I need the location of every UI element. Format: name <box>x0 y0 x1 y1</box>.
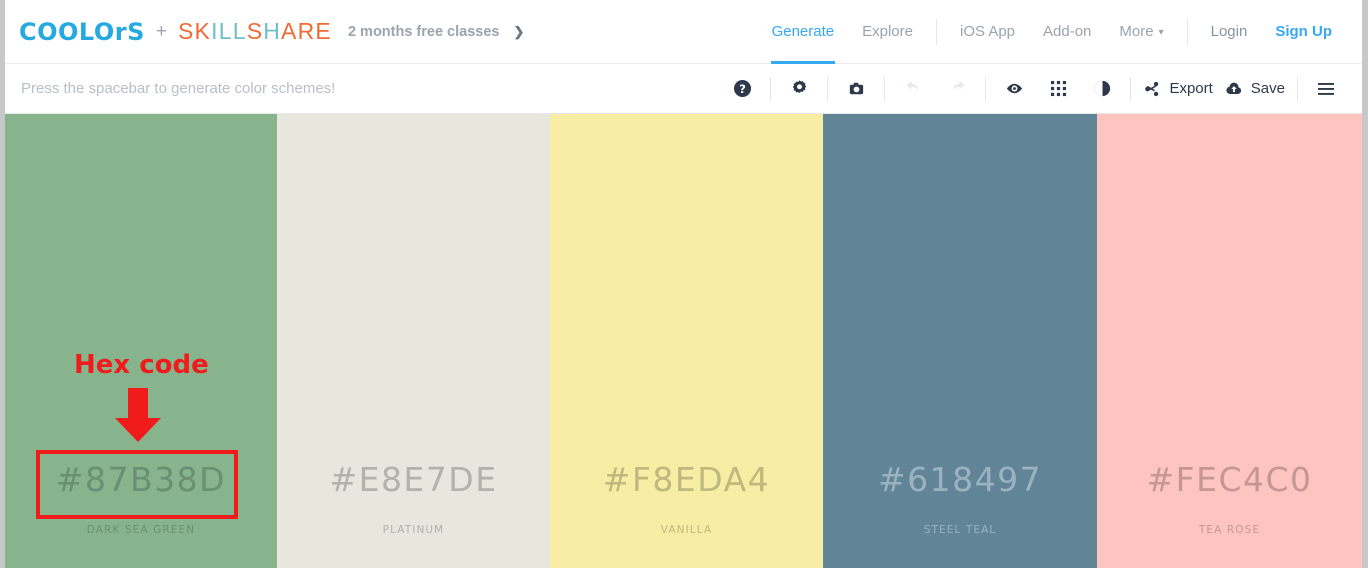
swatch-hex-code[interactable]: #FEC4C0 <box>1097 460 1362 499</box>
skillshare-logo[interactable]: SKILLSHARE <box>178 18 332 45</box>
save-label: Save <box>1250 80 1285 97</box>
export-label: Export <box>1169 80 1213 97</box>
svg-text:?: ? <box>739 82 746 96</box>
swatch-hex-code[interactable]: #F8EDA4 <box>550 460 823 499</box>
cloud-upload-icon <box>1226 82 1241 94</box>
share-icon <box>1145 81 1159 96</box>
promo-chevron-right-icon[interactable]: ❯ <box>513 24 524 40</box>
editor-toolbar: Press the spacebar to generate color sch… <box>5 64 1362 114</box>
toolbar-divider <box>1130 76 1132 101</box>
nav-item-more[interactable]: More ▾ <box>1105 0 1177 64</box>
color-palette: #87B38D DARK SEA GREEN #E8E7DE PLATINUM … <box>5 114 1362 568</box>
toolbar-divider <box>827 76 829 101</box>
swatch-color-name: TEA ROSE <box>1198 524 1261 536</box>
swatch-hex-code[interactable]: #E8E7DE <box>277 460 550 499</box>
nav-item-login[interactable]: Login <box>1197 0 1262 64</box>
contrast-icon[interactable] <box>1080 64 1124 114</box>
redo-icon[interactable] <box>935 64 979 114</box>
color-swatch-4[interactable]: #FEC4C0 TEA ROSE <box>1097 114 1362 568</box>
coolors-app: COOLOrS + SKILLSHARE 2 months free class… <box>5 0 1362 568</box>
nav-item-more-label: More <box>1119 22 1154 40</box>
help-icon[interactable]: ? <box>720 64 764 114</box>
promo-text[interactable]: 2 months free classes <box>348 24 500 40</box>
swatch-color-name: DARK SEA GREEN <box>86 524 196 536</box>
coolors-logo[interactable]: COOLOrS <box>19 18 145 46</box>
nav-divider <box>1186 18 1188 45</box>
color-swatch-1[interactable]: #E8E7DE PLATINUM <box>277 114 550 568</box>
main-navigation: Generate Explore iOS App Add-on More ▾ Lo… <box>758 0 1362 64</box>
swatch-hex-code[interactable]: #618497 <box>823 460 1097 499</box>
export-button[interactable]: Export <box>1137 64 1218 114</box>
nav-item-ios-app[interactable]: iOS App <box>946 0 1029 64</box>
color-swatch-2[interactable]: #F8EDA4 VANILLA <box>550 114 823 568</box>
color-swatch-0[interactable]: #87B38D DARK SEA GREEN <box>5 114 277 568</box>
nav-item-generate[interactable]: Generate <box>758 0 849 64</box>
grid-icon[interactable] <box>1036 64 1080 114</box>
save-button[interactable]: Save <box>1219 64 1291 114</box>
toolbar-divider <box>1297 76 1298 101</box>
site-header: COOLOrS + SKILLSHARE 2 months free class… <box>5 0 1362 64</box>
eye-icon[interactable] <box>992 64 1036 114</box>
hamburger-menu-icon[interactable] <box>1304 64 1348 114</box>
swatch-hex-code[interactable]: #87B38D <box>5 460 277 499</box>
undo-icon[interactable] <box>891 64 935 114</box>
toolbar-divider <box>770 76 772 101</box>
toolbar-divider <box>985 76 987 101</box>
camera-icon[interactable] <box>834 64 878 114</box>
chevron-down-icon: ▾ <box>1158 26 1164 38</box>
nav-item-signup[interactable]: Sign Up <box>1261 0 1346 64</box>
plus-separator: + <box>155 20 167 42</box>
swatch-color-name: VANILLA <box>660 524 713 536</box>
toolbar-actions: ? Export Save <box>720 64 1362 114</box>
nav-item-explore[interactable]: Explore <box>848 0 927 64</box>
brand-area: COOLOrS + SKILLSHARE 2 months free class… <box>5 18 524 46</box>
swatch-color-name: PLATINUM <box>382 524 445 536</box>
nav-item-addon[interactable]: Add-on <box>1029 0 1105 64</box>
color-swatch-3[interactable]: #618497 STEEL TEAL <box>823 114 1097 568</box>
settings-gear-icon[interactable] <box>777 64 821 114</box>
swatch-color-name: STEEL TEAL <box>923 524 997 536</box>
toolbar-divider <box>884 76 886 101</box>
nav-divider <box>935 18 937 45</box>
spacebar-hint: Press the spacebar to generate color sch… <box>21 80 336 97</box>
